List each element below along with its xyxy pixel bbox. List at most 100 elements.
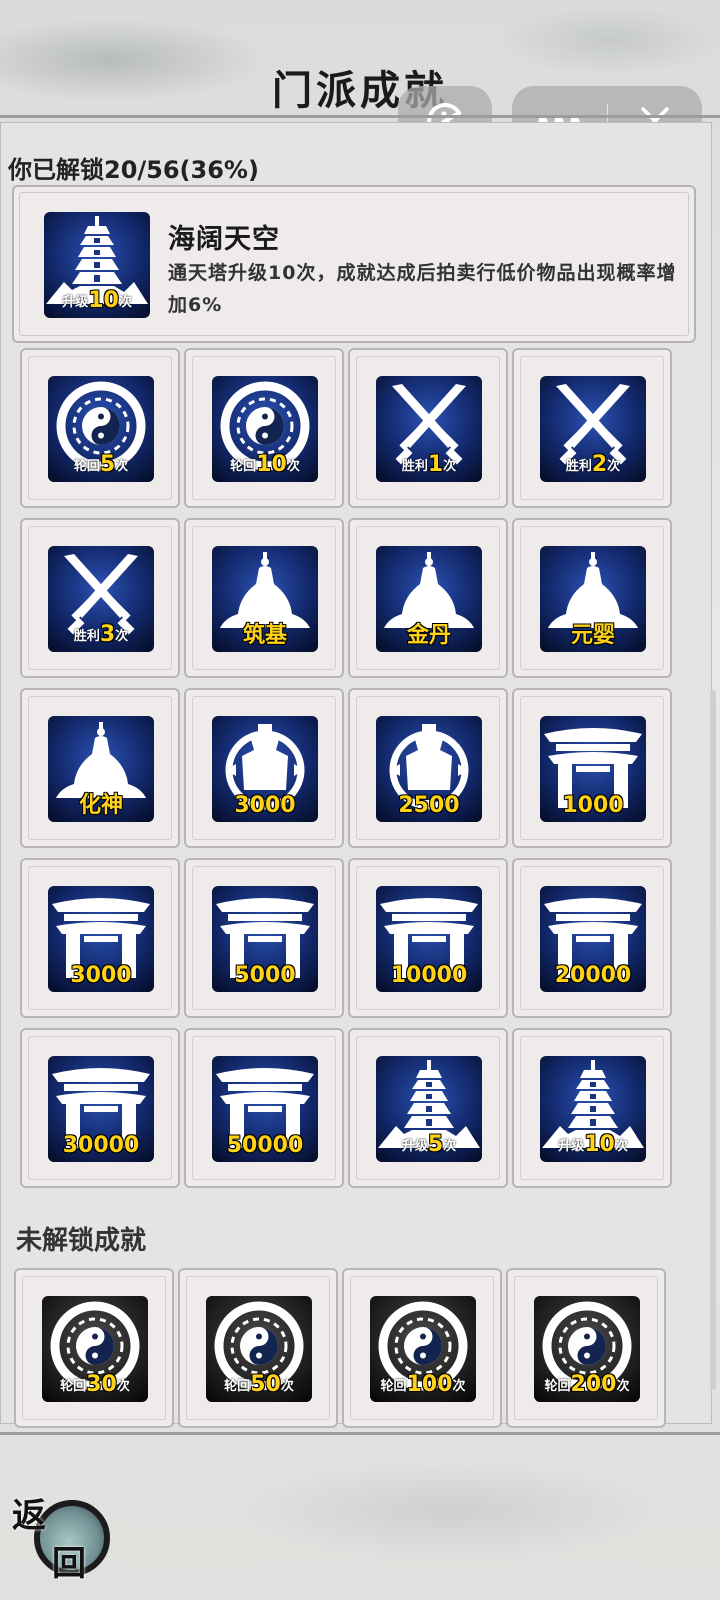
achievement-icon-box: 升级10次 — [540, 1056, 646, 1162]
featured-caption: 升级10次 — [44, 288, 150, 316]
achievement-card[interactable]: 20000 — [512, 858, 672, 1018]
caption-prefix: 胜利 — [73, 629, 100, 644]
achievement-card[interactable]: 1000 — [512, 688, 672, 848]
achievement-card[interactable]: 轮回30次 — [14, 1268, 174, 1428]
achievement-icon-box: 化神 — [48, 716, 154, 822]
caption-prefix: 升级 — [558, 1139, 585, 1154]
achievement-card[interactable]: 轮回50次 — [178, 1268, 338, 1428]
achievement-card[interactable]: 轮回5次 — [20, 348, 180, 508]
featured-achievement[interactable]: 升级10次 海阔天空 通天塔升级10次，成就达成后拍卖行低价物品出现概率增加6% — [12, 185, 696, 343]
achievement-icon-box: 3000 — [212, 716, 318, 822]
achievement-icon-box: 胜利3次 — [48, 546, 154, 652]
achievement-caption: 升级5次 — [376, 1132, 482, 1160]
achievement-card[interactable]: 30000 — [20, 1028, 180, 1188]
achievement-card[interactable]: 升级10次 — [512, 1028, 672, 1188]
achievement-card[interactable]: 50000 — [184, 1028, 344, 1188]
achievement-card[interactable]: 轮回100次 — [342, 1268, 502, 1428]
achievement-icon-box: 5000 — [212, 886, 318, 992]
caption-number: 1 — [427, 452, 444, 477]
caption-prefix: 轮回 — [230, 459, 257, 474]
achievement-card[interactable]: 轮回200次 — [506, 1268, 666, 1428]
achievement-card[interactable]: 金丹 — [348, 518, 508, 678]
caption-number: 5 — [99, 452, 116, 477]
achievement-icon-box: 轮回5次 — [48, 376, 154, 482]
caption-suffix: 次 — [443, 1139, 457, 1154]
achievement-label: 化神 — [78, 793, 123, 818]
caption-number: 5 — [427, 1132, 444, 1157]
achievement-icon-box: 胜利2次 — [540, 376, 646, 482]
caption-prefix: 升级 — [401, 1139, 428, 1154]
achievement-caption: 轮回200次 — [534, 1372, 640, 1400]
achievement-card[interactable]: 胜利2次 — [512, 348, 672, 508]
header-divider — [0, 115, 720, 118]
featured-icon-box: 升级10次 — [44, 212, 150, 318]
locked-section-title: 未解锁成就 — [16, 1226, 147, 1256]
caption-number: 10 — [256, 452, 287, 477]
achievement-icon-box: 50000 — [212, 1056, 318, 1162]
caption-suffix: 次 — [280, 1379, 294, 1394]
achievement-card[interactable]: 2500 — [348, 688, 508, 848]
back-label-1: 返 — [12, 1496, 46, 1536]
caption-number: 100 — [406, 1372, 453, 1397]
achievement-caption: 轮回50次 — [206, 1372, 312, 1400]
caption-suffix: 次 — [115, 629, 129, 644]
achievement-card[interactable]: 化神 — [20, 688, 180, 848]
caption-suffix: 次 — [616, 1379, 630, 1394]
achievement-card[interactable]: 胜利1次 — [348, 348, 508, 508]
caption-prefix: 轮回 — [73, 459, 100, 474]
achievement-icon-box: 筑基 — [212, 546, 318, 652]
caption-suffix: 次 — [286, 459, 300, 474]
achievement-caption: 胜利1次 — [376, 452, 482, 480]
achievement-icon-box: 3000 — [48, 886, 154, 992]
caption-prefix: 轮回 — [544, 1379, 571, 1394]
achievement-card[interactable]: 元婴 — [512, 518, 672, 678]
achievement-label: 3000 — [234, 793, 296, 818]
achievement-card[interactable]: 筑基 — [184, 518, 344, 678]
achievement-label: 10000 — [390, 963, 468, 988]
caption-suffix: 次 — [118, 295, 132, 310]
back-button[interactable]: 返 回 — [12, 1488, 112, 1588]
caption-suffix: 次 — [115, 459, 129, 474]
featured-name: 海阔天空 — [168, 224, 280, 255]
achievement-caption: 轮回100次 — [370, 1372, 476, 1400]
caption-number: 3 — [99, 622, 116, 647]
caption-suffix: 次 — [607, 459, 621, 474]
achievement-icon-box: 轮回10次 — [212, 376, 318, 482]
achievement-icon-box: 轮回100次 — [370, 1296, 476, 1402]
footer-divider — [0, 1432, 720, 1435]
achievement-icon-box: 轮回30次 — [42, 1296, 148, 1402]
caption-number: 2 — [591, 452, 608, 477]
achievement-label: 2500 — [398, 793, 460, 818]
achievement-card[interactable]: 升级5次 — [348, 1028, 508, 1188]
achievement-label: 金丹 — [406, 623, 451, 648]
achievement-label: 30000 — [62, 1133, 140, 1158]
caption-prefix: 轮回 — [380, 1379, 407, 1394]
achievement-icon-box: 1000 — [540, 716, 646, 822]
caption-prefix: 胜利 — [401, 459, 428, 474]
achievement-caption: 轮回10次 — [212, 452, 318, 480]
caption-number: 50 — [250, 1372, 281, 1397]
caption-suffix: 次 — [443, 459, 457, 474]
caption-prefix: 升级 — [62, 295, 89, 310]
achievement-card[interactable]: 5000 — [184, 858, 344, 1018]
achievement-icon-box: 胜利1次 — [376, 376, 482, 482]
achievement-icon-box: 升级5次 — [376, 1056, 482, 1162]
scrollbar[interactable] — [710, 690, 716, 1390]
achievement-card[interactable]: 10000 — [348, 858, 508, 1018]
achievement-card[interactable]: 胜利3次 — [20, 518, 180, 678]
achievement-icon-box: 轮回50次 — [206, 1296, 312, 1402]
achievement-card[interactable]: 轮回10次 — [184, 348, 344, 508]
achievement-icon-box: 金丹 — [376, 546, 482, 652]
caption-suffix: 次 — [116, 1379, 130, 1394]
caption-number: 10 — [88, 288, 119, 313]
achievement-label: 50000 — [226, 1133, 304, 1158]
achievement-card[interactable]: 3000 — [184, 688, 344, 848]
achievement-icon-box: 10000 — [376, 886, 482, 992]
achievement-icon-box: 元婴 — [540, 546, 646, 652]
achievement-caption: 升级10次 — [540, 1132, 646, 1160]
achievement-card[interactable]: 3000 — [20, 858, 180, 1018]
featured-description: 通天塔升级10次，成就达成后拍卖行低价物品出现概率增加6% — [168, 262, 677, 316]
achievement-caption: 轮回30次 — [42, 1372, 148, 1400]
caption-number: 200 — [570, 1372, 617, 1397]
achievement-label: 元婴 — [570, 623, 615, 648]
